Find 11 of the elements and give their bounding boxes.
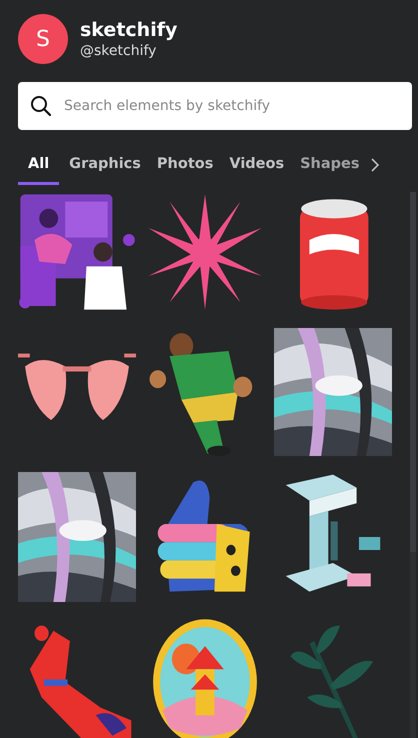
tab[interactable]: All	[18, 146, 60, 184]
chevron-right-icon[interactable]	[370, 158, 380, 172]
tab[interactable]: Shapes	[292, 146, 366, 184]
scrollbar[interactable]	[410, 192, 416, 738]
tab[interactable]: Videos	[221, 146, 290, 184]
tab[interactable]: Photos	[148, 146, 220, 184]
tab[interactable]: Graphics	[61, 146, 147, 184]
avatar: S	[18, 14, 68, 64]
search-field[interactable]: Search elements by sketchify	[18, 82, 412, 130]
profile-name: sketchify	[80, 19, 178, 41]
profile-handle: @sketchify	[80, 43, 158, 59]
